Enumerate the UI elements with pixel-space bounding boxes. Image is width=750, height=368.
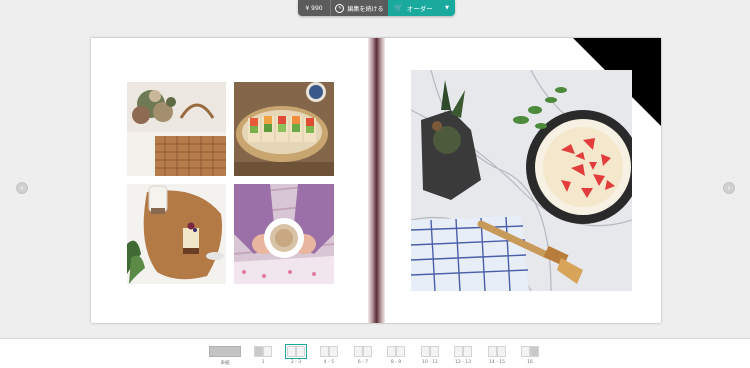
page-thumbnail-strip: 表紙 1 2 - 3 4 - 5 6 - 7 8 - 9 10 - 11 12 … (0, 338, 750, 368)
thumbnail-label: 2 - 3 (290, 360, 302, 365)
prev-page-button[interactable]: ‹ (16, 182, 28, 194)
thumbnail-cover[interactable]: 表紙 (209, 346, 241, 366)
flowers-basket-photo[interactable] (127, 82, 226, 176)
thumbnail-label: 10 - 11 (422, 360, 438, 365)
thumbnail-preview (521, 346, 539, 357)
strawberry-tart-photo[interactable] (411, 70, 632, 291)
thumbnail-page-14-15[interactable]: 14 - 15 (488, 346, 506, 365)
next-page-button[interactable]: › (723, 182, 735, 194)
order-button[interactable]: 🛒 オーダー ▼ (388, 0, 455, 16)
cart-icon: 🛒 (394, 4, 403, 12)
chevron-left-icon: ‹ (20, 183, 24, 192)
thumbnail-preview (488, 346, 506, 357)
thumbnail-preview (209, 346, 241, 357)
thumbnail-label: 8 - 9 (390, 360, 402, 365)
continue-editing-label: 編集を続ける (347, 5, 384, 13)
thumbnail-preview (354, 346, 372, 357)
thumbnail-preview (421, 346, 439, 357)
thumbnail-page-6-7[interactable]: 6 - 7 (354, 346, 372, 365)
price-display: ¥ 990 (298, 0, 331, 16)
thumbnail-preview (454, 346, 472, 357)
chevron-right-icon: › (727, 183, 731, 192)
thumbnail-label: 表紙 (220, 361, 230, 366)
thumbnail-label: 6 - 7 (357, 360, 369, 365)
thumbnail-label: 1 (261, 360, 265, 365)
thumbnail-page-8-9[interactable]: 8 - 9 (387, 346, 405, 365)
thumbnail-preview (320, 346, 338, 357)
thumbnail-page-2-3[interactable]: 2 - 3 (285, 344, 307, 365)
thumbnail-page-10-11[interactable]: 10 - 11 (421, 346, 439, 365)
sandwich-tray-photo[interactable] (234, 82, 334, 176)
top-toolbar: ¥ 990 ✎ 編集を続ける 🛒 オーダー ▼ (298, 0, 455, 16)
order-label: オーダー (406, 5, 433, 13)
thumbnail-preview (285, 344, 307, 359)
thumbnail-page-16[interactable]: 16 (521, 346, 539, 365)
thumbnail-label: 16 (527, 360, 533, 365)
thumbnail-label: 4 - 5 (323, 360, 335, 365)
coffee-hands-photo[interactable] (234, 184, 334, 284)
thumbnail-label: 14 - 15 (489, 360, 505, 365)
book-spread (91, 38, 661, 323)
thumbnail-page-4-5[interactable]: 4 - 5 (320, 346, 338, 365)
thumbnail-page-12-13[interactable]: 12 - 13 (454, 346, 472, 365)
thumbnail-label: 12 - 13 (455, 360, 471, 365)
thumbnail-page-1[interactable]: 1 (254, 346, 272, 365)
continue-editing-button[interactable]: ✎ 編集を続ける (331, 0, 388, 16)
thumbnail-preview (387, 346, 405, 357)
thumbnail-preview (254, 346, 272, 357)
caret-down-icon: ▼ (445, 5, 449, 11)
pencil-circle-icon: ✎ (335, 3, 345, 13)
cake-board-photo[interactable] (127, 184, 226, 284)
book-spine (368, 38, 385, 323)
